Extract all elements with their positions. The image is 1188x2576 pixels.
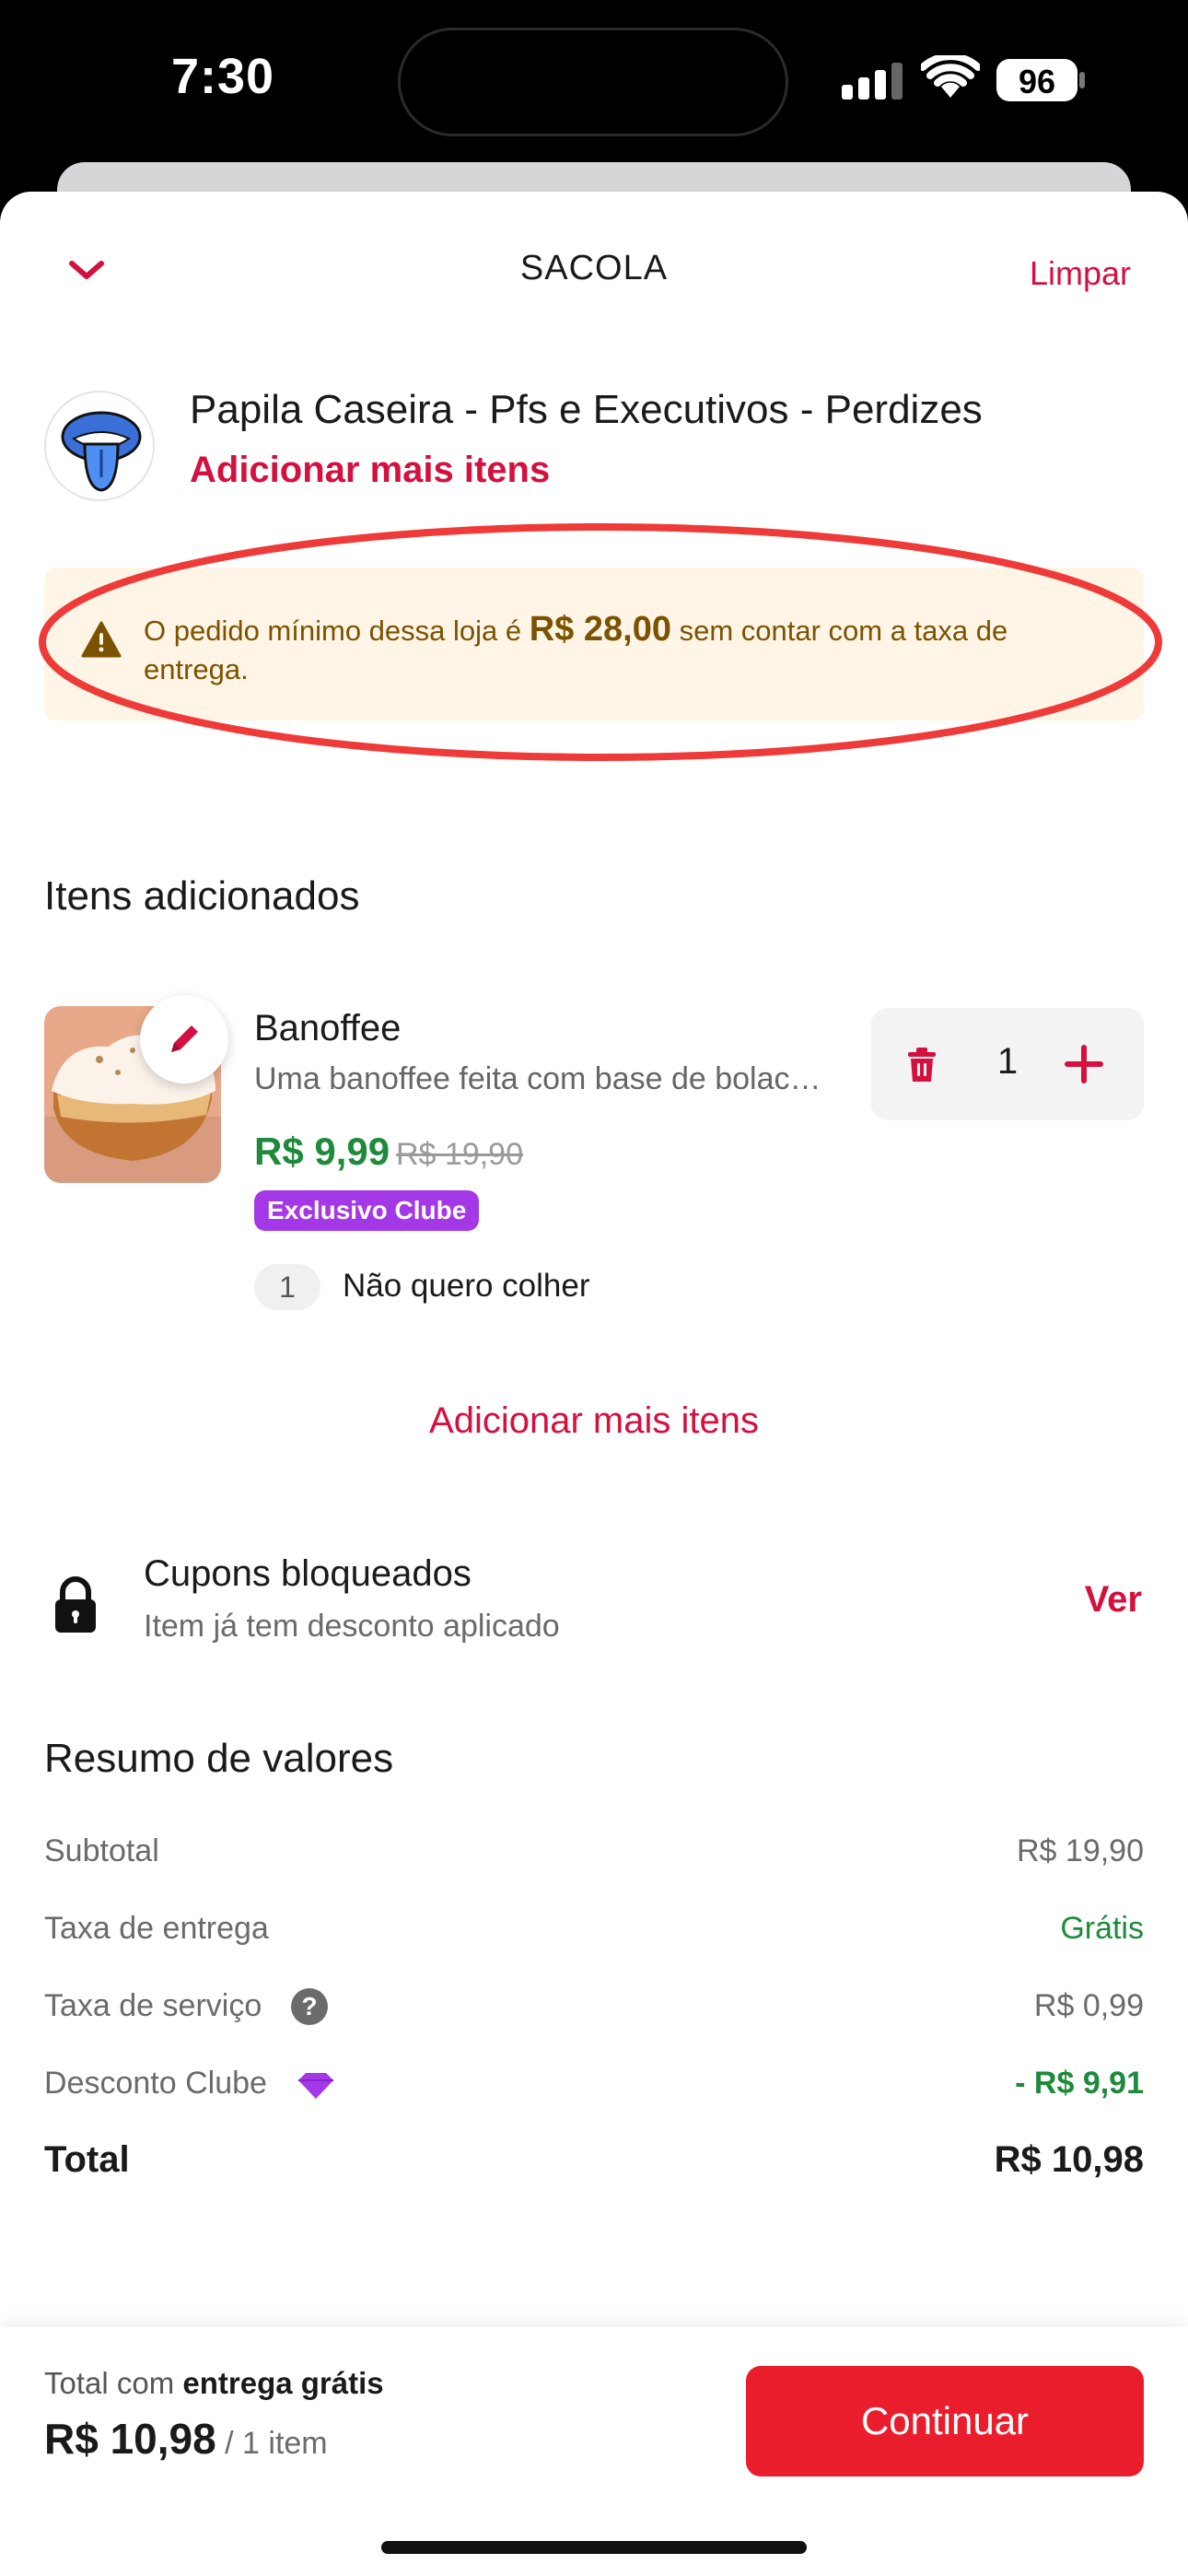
checkout-footer: Total com entrega grátis R$ 10,98 / 1 it… xyxy=(0,2327,1188,2576)
lock-icon xyxy=(55,1576,96,1633)
plus-icon[interactable] xyxy=(1061,1041,1107,1087)
subtotal-label: Subtotal xyxy=(44,1833,159,1868)
item-description: Uma banoffee feita com base de bolacha, … xyxy=(254,1061,834,1096)
battery-indicator: 96 xyxy=(996,59,1085,101)
service-fee-label: Taxa de serviço xyxy=(44,1988,262,2023)
status-bar: 7:30 96 xyxy=(0,0,1188,166)
footer-items-count: / 1 item xyxy=(215,2426,328,2461)
option-label: Não quero colher xyxy=(343,1268,590,1304)
quantity-stepper: 1 xyxy=(871,1008,1144,1120)
footer-total: R$ 10,98 / 1 item xyxy=(44,2415,328,2463)
continue-button[interactable]: Continuar xyxy=(746,2366,1144,2476)
items-section-title: Itens adicionados xyxy=(44,873,360,919)
footer-delivery-note: Total com entrega grátis xyxy=(44,2366,384,2400)
summary-title: Resumo de valores xyxy=(44,1736,394,1781)
cellular-signal-icon xyxy=(842,63,903,100)
coupons-title: Cupons bloqueados xyxy=(144,1553,472,1594)
coupons-subtitle: Item já tem desconto aplicado xyxy=(144,1609,560,1644)
wifi-icon xyxy=(921,55,980,98)
dynamic-island xyxy=(398,28,788,136)
diamond-icon xyxy=(298,2073,333,2099)
item-price: R$ 9,99 xyxy=(254,1130,390,1173)
pencil-icon xyxy=(171,1025,198,1052)
help-icon[interactable]: ? xyxy=(291,1988,328,2025)
page-title: SACOLA xyxy=(519,249,669,287)
annotation-red-oval xyxy=(39,523,1162,761)
bag-sheet: SACOLA Limpar Papila Caseira - Pfs e Exe… xyxy=(0,192,1188,2576)
see-coupons-button[interactable]: Ver xyxy=(1085,1579,1142,1621)
club-discount-value: - R$ 9,91 xyxy=(1015,2066,1144,2101)
summary-row-club-discount: Desconto Clube - R$ 9,91 xyxy=(44,2066,1144,2110)
edit-item-button[interactable] xyxy=(140,995,228,1083)
store-name: Papila Caseira - Pfs e Executivos - Perd… xyxy=(190,387,983,432)
status-time: 7:30 xyxy=(171,49,275,104)
summary-row-service: Taxa de serviço ? R$ 0,99 xyxy=(44,1988,1144,2032)
delivery-fee-label: Taxa de entrega xyxy=(44,1911,269,1946)
option-quantity: 1 xyxy=(254,1264,320,1310)
battery-level: 96 xyxy=(1018,63,1056,100)
total-value: R$ 10,98 xyxy=(994,2139,1144,2180)
total-label: Total xyxy=(44,2139,130,2180)
add-more-items-link[interactable]: Adicionar mais itens xyxy=(190,450,550,491)
store-logo xyxy=(44,391,155,501)
subtotal-value: R$ 19,90 xyxy=(1017,1833,1144,1868)
summary-row-total: Total R$ 10,98 xyxy=(44,2139,1144,2184)
club-discount-label: Desconto Clube xyxy=(44,2066,267,2101)
summary-row-delivery: Taxa de entrega Grátis xyxy=(44,1911,1144,1955)
item-name: Banoffee xyxy=(254,1008,402,1048)
trash-icon[interactable] xyxy=(906,1047,938,1083)
add-more-items-button[interactable]: Adicionar mais itens xyxy=(0,1400,1188,1442)
delivery-fee-value: Grátis xyxy=(1060,1911,1144,1946)
club-exclusive-badge: Exclusivo Clube xyxy=(254,1190,480,1231)
home-indicator[interactable] xyxy=(381,2541,807,2554)
clear-button[interactable]: Limpar xyxy=(1030,254,1131,293)
service-fee-value: R$ 0,99 xyxy=(1033,1988,1144,2023)
tongue-logo-icon xyxy=(61,411,142,492)
item-old-price: R$ 19,90 xyxy=(396,1137,523,1172)
summary-row-subtotal: Subtotal R$ 19,90 xyxy=(44,1833,1144,1878)
item-quantity: 1 xyxy=(996,1041,1019,1082)
